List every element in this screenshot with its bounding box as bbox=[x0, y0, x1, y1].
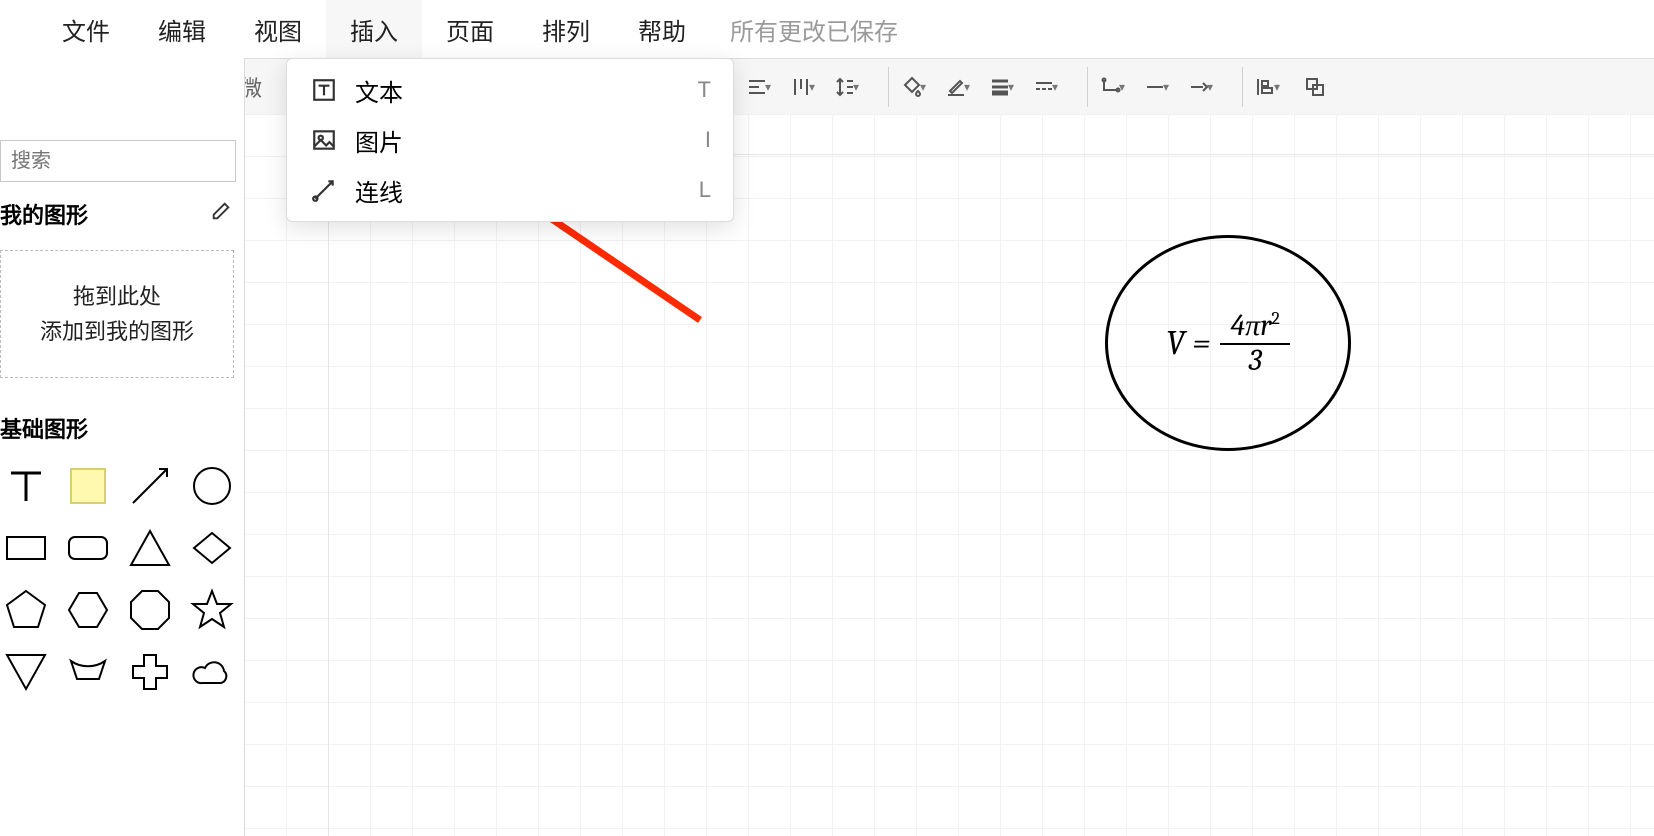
shape-diamond[interactable] bbox=[186, 522, 238, 574]
shape-cloud[interactable] bbox=[186, 646, 238, 698]
shape-star[interactable] bbox=[186, 584, 238, 636]
menu-arrange[interactable]: 排列 bbox=[518, 0, 614, 58]
basic-shapes-title: 基础图形 bbox=[0, 412, 88, 444]
shape-hexagon[interactable] bbox=[62, 584, 114, 636]
menu-help[interactable]: 帮助 bbox=[614, 0, 710, 58]
insert-image[interactable]: 图片 I bbox=[287, 115, 733, 165]
fill-color-icon[interactable]: ▾ bbox=[895, 67, 939, 107]
shape-arrow-line[interactable] bbox=[124, 460, 176, 512]
formula-lhs: V = bbox=[1166, 323, 1210, 363]
dropzone-line1: 拖到此处 bbox=[5, 279, 229, 314]
my-shapes-header: 我的图形 bbox=[0, 182, 244, 238]
sidebar: 我的图形 拖到此处 添加到我的图形 基础图形 bbox=[0, 58, 245, 836]
shape-pentagon[interactable] bbox=[0, 584, 52, 636]
insert-image-label: 图片 bbox=[355, 123, 705, 158]
stroke-color-icon[interactable]: ▾ bbox=[939, 67, 983, 107]
basic-shapes-grid bbox=[0, 452, 244, 698]
shape-arc[interactable] bbox=[62, 646, 114, 698]
insert-image-shortcut: I bbox=[705, 127, 711, 153]
shape-inv-triangle[interactable] bbox=[0, 646, 52, 698]
align-h-icon[interactable]: ▾ bbox=[740, 67, 784, 107]
line-start-icon[interactable]: ▾ bbox=[1138, 67, 1182, 107]
arrange-align-icon[interactable]: ▾ bbox=[1249, 67, 1293, 107]
insert-line-shortcut: L bbox=[699, 177, 711, 203]
image-icon bbox=[309, 125, 339, 155]
line-icon bbox=[309, 175, 339, 205]
formula-denominator: 3 bbox=[1249, 345, 1262, 377]
shape-octagon[interactable] bbox=[124, 584, 176, 636]
insert-text-label: 文本 bbox=[355, 73, 698, 108]
dropzone-line2: 添加到我的图形 bbox=[5, 314, 229, 349]
canvas[interactable]: V = 4πr2 3 bbox=[244, 114, 1654, 836]
insert-text[interactable]: 文本 T bbox=[287, 65, 733, 115]
shape-rect[interactable] bbox=[0, 522, 52, 574]
menu-insert[interactable]: 插入 bbox=[326, 0, 422, 58]
canvas-ellipse-shape[interactable]: V = 4πr2 3 bbox=[1105, 235, 1351, 451]
formula-text: V = 4πr2 3 bbox=[1166, 310, 1290, 377]
menubar: 文件 编辑 视图 插入 页面 排列 帮助 所有更改已保存 bbox=[0, 0, 1654, 59]
line-end-icon[interactable]: ▾ bbox=[1182, 67, 1226, 107]
shape-triangle[interactable] bbox=[124, 522, 176, 574]
canvas-page[interactable]: V = 4πr2 3 bbox=[328, 154, 1654, 836]
arrange-order-icon[interactable] bbox=[1293, 67, 1337, 107]
menu-file[interactable]: 文件 bbox=[38, 0, 134, 58]
line-spacing-icon[interactable]: ▾ bbox=[828, 67, 872, 107]
align-v-icon[interactable]: ▾ bbox=[784, 67, 828, 107]
insert-line[interactable]: 连线 L bbox=[287, 165, 733, 215]
text-icon bbox=[309, 75, 339, 105]
insert-text-shortcut: T bbox=[698, 77, 711, 103]
menu-edit[interactable]: 编辑 bbox=[134, 0, 230, 58]
connector-type-icon[interactable]: ▾ bbox=[1094, 67, 1138, 107]
edit-shapes-icon[interactable] bbox=[210, 200, 232, 228]
basic-shapes-header: 基础图形 bbox=[0, 396, 244, 452]
search-text-field[interactable] bbox=[1, 150, 286, 173]
menu-view[interactable]: 视图 bbox=[230, 0, 326, 58]
shape-circle[interactable] bbox=[186, 460, 238, 512]
my-shapes-dropzone[interactable]: 拖到此处 添加到我的图形 bbox=[0, 250, 234, 378]
save-status: 所有更改已保存 bbox=[730, 12, 898, 47]
line-style-icon[interactable]: ▾ bbox=[1027, 67, 1071, 107]
menu-page[interactable]: 页面 bbox=[422, 0, 518, 58]
line-weight-icon[interactable]: ▾ bbox=[983, 67, 1027, 107]
shape-plus[interactable] bbox=[124, 646, 176, 698]
insert-line-label: 连线 bbox=[355, 173, 699, 208]
formula-fraction: 4πr2 3 bbox=[1220, 310, 1290, 377]
insert-dropdown: 文本 T 图片 I 连线 L bbox=[286, 58, 734, 222]
shape-text[interactable] bbox=[0, 460, 52, 512]
my-shapes-title: 我的图形 bbox=[0, 198, 88, 230]
shape-round-rect[interactable] bbox=[62, 522, 114, 574]
shape-note[interactable] bbox=[62, 460, 114, 512]
search-input[interactable] bbox=[0, 140, 236, 182]
toolbar: 微 ▾ ▾ ▾ ▾ ▾ ▾ ▾ ▾ ▾ ▾ ▾ bbox=[0, 59, 1654, 116]
